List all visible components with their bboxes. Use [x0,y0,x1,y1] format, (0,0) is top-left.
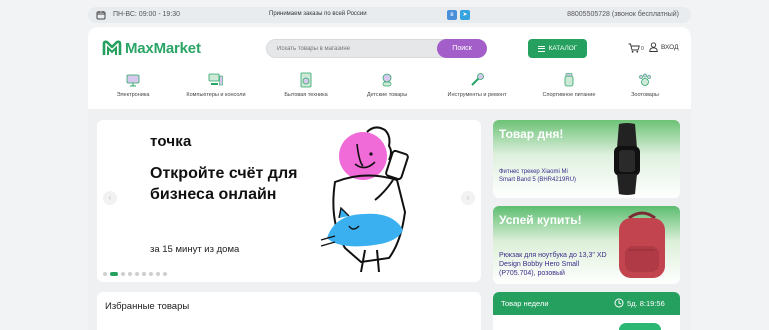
category-pets[interactable]: Зоотовары [623,72,667,98]
banner-headline: Откройте счёт для бизнеса онлайн [150,165,298,203]
delivery-note: Принимаем заказы по всей России [269,11,367,17]
product-of-week-card[interactable]: Товар недели 5д. 8:19:56 [493,292,680,330]
login-link[interactable]: ВХОД [661,44,679,51]
washing-machine-icon [300,72,312,88]
category-label: Электроника [116,92,150,98]
hurry-to-buy-product[interactable]: Рюкзак для ноутбука до 13,3" XD Design B… [499,251,617,278]
promo-slider[interactable]: точка Откройте счёт для бизнеса онлайн з… [97,120,481,282]
logo-mark-icon [102,40,122,55]
logo-text: MaxMarket [125,39,201,57]
slider-dot[interactable] [149,272,153,276]
slider-dot[interactable] [135,272,139,276]
category-computers[interactable]: Компьютеры и консоли [174,72,258,98]
product-of-day-card[interactable]: Товар дня! Фитнес трекер Xiaomi Mi Smart… [493,120,680,198]
product-of-day-name[interactable]: Фитнес трекер Xiaomi Mi Smart Band 5 (BH… [499,168,579,184]
slider-dots [103,272,167,276]
catalog-button[interactable]: КАТАЛОГ [528,39,587,58]
catalog-button-label: КАТАЛОГ [548,45,578,52]
slider-dot[interactable] [121,272,125,276]
vk-icon[interactable]: в [447,10,457,20]
menu-icon [537,45,545,52]
computer-icon [208,73,223,86]
working-hours: ПН-ВС: 09:00 - 19:30 [113,11,181,18]
product-of-week-header: Товар недели 5д. 8:19:56 [493,292,680,315]
main-content: точка Откройте счёт для бизнеса онлайн з… [88,109,691,330]
top-info-bar: ПН-ВС: 09:00 - 19:30 Принимаем заказы по… [88,7,691,23]
countdown-timer: 5д. 8:19:56 [627,299,665,308]
tools-icon [471,73,484,86]
page: ПН-ВС: 09:00 - 19:30 Принимаем заказы по… [0,0,769,330]
category-label: Бытовая техника [284,92,328,98]
cart-count: 0 [641,46,644,52]
slider-dot[interactable] [103,272,107,276]
category-label: Инструменты и ремонт [447,92,507,98]
product-of-week-badge [619,323,661,330]
slider-prev-button[interactable]: ‹ [103,191,117,205]
category-label: Детские товары [366,92,408,98]
category-label: Спортивное питание [542,92,596,98]
slider-dot[interactable] [163,272,167,276]
search-button[interactable]: Поиск [437,39,487,58]
user-icon[interactable] [649,42,658,52]
category-kids[interactable]: Детские товары [355,72,419,98]
category-tools[interactable]: Инструменты и ремонт [437,72,517,98]
category-nav: Электроника Компьютеры и консоли Бытовая… [88,72,691,104]
slider-next-button[interactable]: › [461,191,475,205]
search-input[interactable] [277,43,427,55]
hurry-to-buy-card[interactable]: Успей купить! Рюкзак для ноутбука до 13,… [493,206,680,284]
kids-icon [382,73,392,87]
phone-number[interactable]: 88005505728 (звонок бесплатный) [567,11,679,18]
category-electronics[interactable]: Электроника [103,72,163,98]
category-label: Компьютеры и консоли [186,92,246,98]
slider-dot[interactable] [142,272,146,276]
product-of-week-title: Товар недели [501,299,549,308]
clock-icon [614,298,624,308]
logo[interactable]: MaxMarket [102,38,201,58]
slider-dot[interactable] [156,272,160,276]
calendar-icon [96,11,106,20]
banner-subtext: за 15 минут из дома [150,244,240,255]
banner-brand: точка [150,133,192,150]
category-appliances[interactable]: Бытовая техника [271,72,341,98]
featured-products-title: Избранные товары [105,301,190,312]
slider-dot-active[interactable] [110,272,118,276]
telegram-icon[interactable]: ➤ [460,10,470,20]
category-sport-nutrition[interactable]: Спортивное питание [536,72,602,98]
search-bar: Поиск [266,39,487,58]
electronics-icon [126,74,140,87]
featured-products-section: Избранные товары [97,292,481,330]
product-of-day-title: Товар дня! [499,127,564,141]
pet-icon [639,73,651,86]
fitness-tracker-image [614,123,640,195]
cart-icon[interactable] [628,43,640,53]
sport-nutrition-icon [564,73,574,87]
backpack-image [619,211,665,278]
category-label: Зоотовары [631,92,659,98]
slider-dot[interactable] [128,272,132,276]
site-header: MaxMarket Поиск КАТАЛОГ 0 ВХОД [88,27,691,109]
banner-illustration [320,126,409,273]
hurry-to-buy-title: Успей купить! [499,213,582,227]
